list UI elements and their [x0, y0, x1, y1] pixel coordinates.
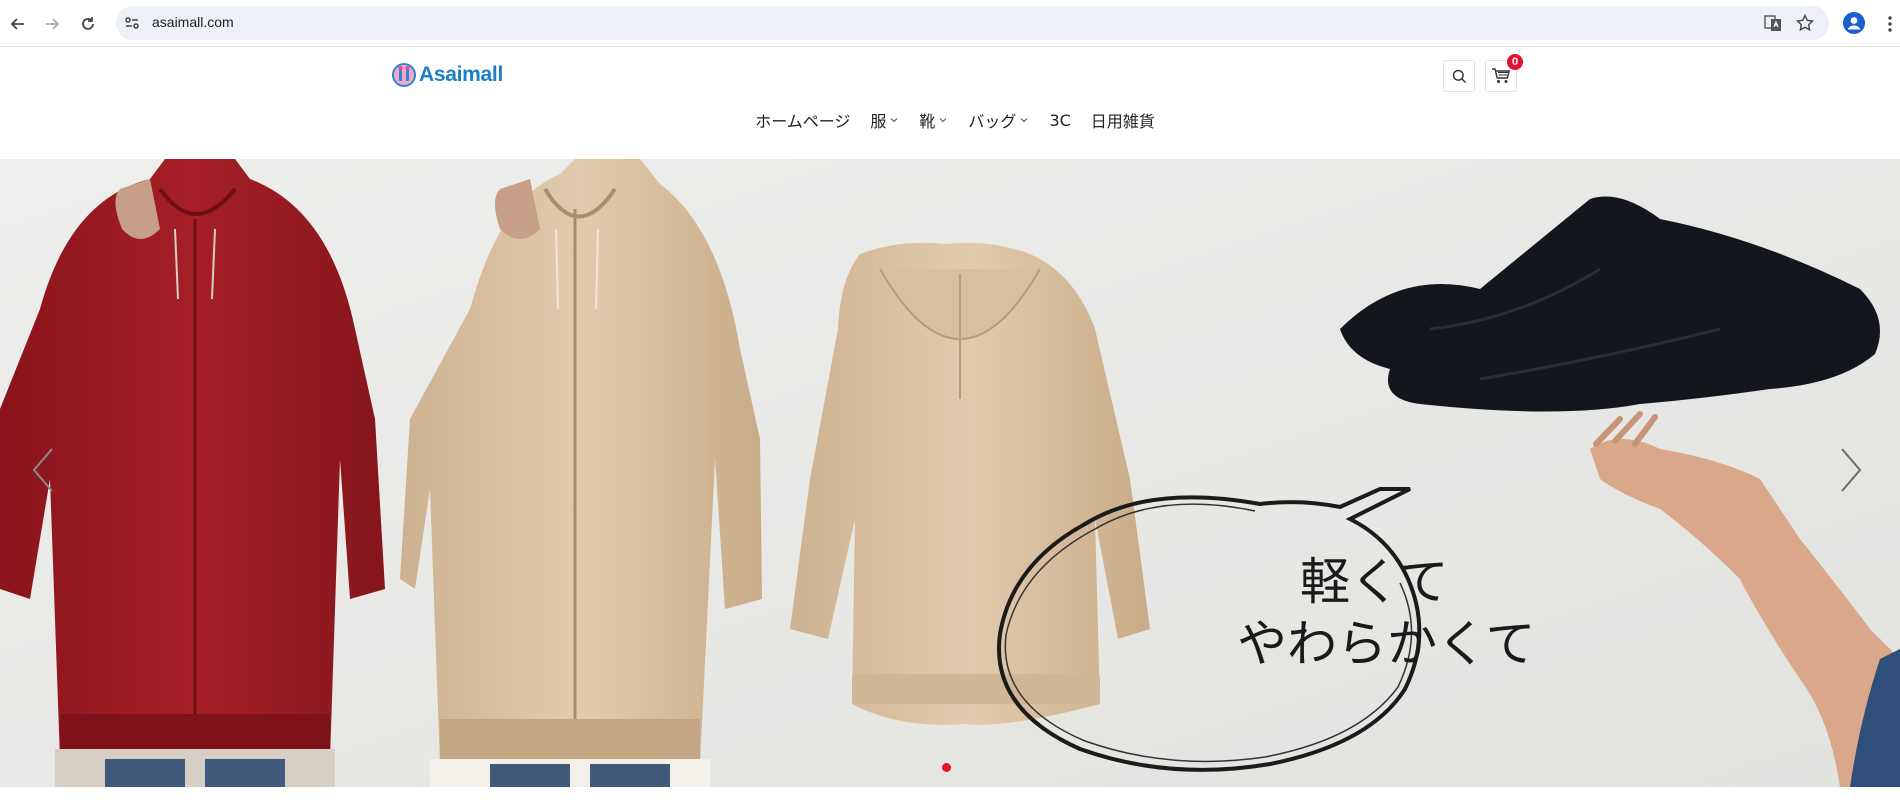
banner-caption-line2: やわらかくて [1237, 615, 1536, 673]
browser-toolbar: asaimall.com [0, 0, 1900, 47]
chevron-right-icon [1841, 448, 1862, 492]
site-logo[interactable]: Asaimall [392, 63, 503, 87]
page-bottom-strip [0, 787, 1900, 810]
reload-icon[interactable] [76, 12, 100, 36]
chevron-left-icon [32, 448, 53, 492]
address-bar[interactable]: asaimall.com [116, 6, 1829, 40]
chevron-down-icon [889, 115, 899, 125]
logo-mark-icon [392, 63, 416, 87]
profile-icon[interactable] [1843, 12, 1865, 34]
url-text[interactable]: asaimall.com [152, 14, 234, 30]
forward-icon[interactable] [40, 12, 64, 36]
back-icon[interactable] [6, 12, 30, 36]
nav-item-home[interactable]: ホームページ [755, 108, 850, 132]
menu-kebab-icon[interactable] [1887, 14, 1893, 34]
nav-item-bags[interactable]: バッグ [968, 108, 1029, 132]
nav-item-label: バッグ [968, 112, 1017, 131]
chevron-down-icon [1019, 115, 1029, 125]
site-info-icon[interactable] [124, 15, 140, 31]
nav-item-label: ホームページ [755, 112, 851, 131]
main-nav: ホームページ 服 靴 バッグ 3C 日用雑貨 [0, 108, 1900, 132]
search-icon [1452, 69, 1466, 83]
nav-item-daily-goods[interactable]: 日用雑貨 [1091, 108, 1155, 132]
nav-item-shoes[interactable]: 靴 [919, 108, 948, 132]
nav-item-label: 日用雑貨 [1090, 112, 1155, 131]
translate-icon[interactable] [1764, 14, 1782, 32]
hero-banner-slide[interactable]: 軽くて やわらかくて [0, 159, 1900, 787]
nav-item-clothes[interactable]: 服 [870, 108, 899, 132]
nav-item-3c[interactable]: 3C [1049, 108, 1070, 132]
carousel-dot-active[interactable] [942, 763, 951, 772]
hero-banner-image [0, 159, 1900, 787]
nav-item-label: 靴 [919, 112, 936, 131]
cart-count-badge: 0 [1507, 54, 1523, 70]
search-button[interactable] [1443, 60, 1475, 92]
chevron-down-icon [938, 115, 948, 125]
logo-text: Asaimall [419, 63, 503, 86]
nav-item-label: 服 [870, 112, 887, 131]
nav-item-label: 3C [1049, 110, 1071, 130]
carousel-prev-arrow[interactable] [28, 445, 58, 495]
cart-icon [1492, 68, 1511, 83]
carousel-next-arrow[interactable] [1836, 445, 1866, 495]
site-header: Asaimall 0 ホームページ 服 靴 バッグ 3C 日用雑貨 [0, 48, 1900, 159]
bookmark-star-icon[interactable] [1795, 13, 1815, 32]
